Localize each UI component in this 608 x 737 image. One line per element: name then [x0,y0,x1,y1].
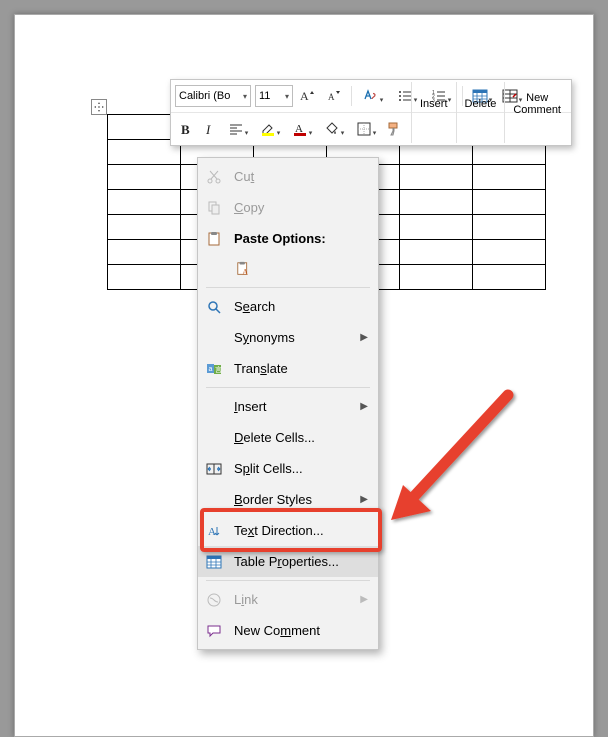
chevron-right-icon: ▶ [360,401,368,412]
menu-item-search[interactable]: Search [198,291,378,322]
paste-keep-formatting-icon: A [234,259,254,279]
chevron-right-icon: ▶ [360,332,368,343]
decrease-font-size-button[interactable]: A [323,85,345,107]
insert-button[interactable]: Insert [414,82,454,126]
table-properties-icon [204,552,224,572]
link-icon [204,590,224,610]
menu-label: Cut [234,169,368,184]
menu-item-link[interactable]: Link ▶ [198,584,378,615]
menu-item-copy[interactable]: Copy [198,192,378,223]
menu-item-border-styles[interactable]: Border Styles ▶ [198,484,378,515]
document-area: { "mini_toolbar": { "font_name": "Calibr… [14,14,594,737]
styles-dropdown[interactable]: ▾ [358,85,388,107]
translate-icon: a言 [204,359,224,379]
menu-label: Synonyms [234,330,350,345]
text-direction-icon: A [204,521,224,541]
menu-item-split-cells[interactable]: Split Cells... [198,453,378,484]
insert-label: Insert [420,98,448,110]
chevron-down-icon: ▾ [285,92,289,101]
mini-toolbar: Calibri (Bo▾ 11▾ A A ▾ ▾ 123▾ ▾ ▾ B I ▾ … [170,79,572,146]
menu-item-insert[interactable]: Insert ▶ [198,391,378,422]
font-size-value: 11 [259,90,270,102]
shading-dropdown[interactable]: ▾ [319,118,349,140]
menu-label: Split Cells... [234,461,368,476]
svg-text:I: I [205,122,211,137]
new-comment-line1: New [526,92,548,104]
blank-icon [204,328,224,348]
menu-label: Border Styles [234,492,350,507]
new-comment-line2: Comment [513,104,561,116]
font-name-value: Calibri (Bo [179,90,230,102]
svg-text:a: a [209,366,213,373]
split-cells-icon [204,459,224,479]
svg-text:A: A [300,89,309,103]
font-size-combo[interactable]: 11 ▾ [255,85,293,107]
menu-label: Link [234,592,350,607]
menu-label: Text Direction... [234,523,368,538]
new-comment-button[interactable]: NewComment [507,82,567,126]
menu-item-delete-cells[interactable]: Delete Cells... [198,422,378,453]
menu-item-table-properties[interactable]: Table Properties... [198,546,378,577]
format-painter-button[interactable] [383,118,405,140]
menu-label: Copy [234,200,368,215]
menu-item-cut[interactable]: Cut [198,161,378,192]
context-menu: Cut Copy Paste Options: A Search Synonym… [197,157,379,650]
blank-icon [204,397,224,417]
menu-label: Translate [234,361,368,376]
svg-text:A: A [328,92,335,102]
svg-text:A: A [208,526,216,538]
svg-text:A: A [242,267,248,276]
menu-item-synonyms[interactable]: Synonyms ▶ [198,322,378,353]
search-icon [204,297,224,317]
delete-button[interactable]: Delete [459,82,503,126]
align-dropdown[interactable]: ▾ [223,118,253,140]
table-move-handle[interactable] [91,99,107,115]
italic-button[interactable]: I [199,118,221,140]
menu-item-text-direction[interactable]: A Text Direction... [198,515,378,546]
chevron-down-icon: ▾ [243,92,247,101]
menu-label: Search [234,299,368,314]
menu-item-paste-options: Paste Options: [198,223,378,254]
bold-button[interactable]: B [175,118,197,140]
borders-dropdown[interactable]: ▾ [351,118,381,140]
increase-font-size-button[interactable]: A [297,85,319,107]
blank-icon [204,428,224,448]
comment-icon [204,621,224,641]
svg-text:B: B [181,122,190,137]
callout-arrow-icon [383,385,523,535]
font-color-dropdown[interactable]: A▾ [287,118,317,140]
highlight-dropdown[interactable]: ▾ [255,118,285,140]
menu-label: New Comment [234,623,368,638]
scissors-icon [204,167,224,187]
menu-label: Delete Cells... [234,430,368,445]
menu-item-new-comment[interactable]: New Comment [198,615,378,646]
blank-icon [204,490,224,510]
menu-label: Table Properties... [234,554,368,569]
delete-label: Delete [465,98,497,110]
menu-label: Paste Options: [234,231,368,246]
menu-label: Insert [234,399,350,414]
paste-option-keep-source[interactable]: A [198,254,378,284]
menu-item-translate[interactable]: a言 Translate [198,353,378,384]
copy-icon [204,198,224,218]
chevron-right-icon: ▶ [360,594,368,605]
chevron-right-icon: ▶ [360,494,368,505]
font-name-combo[interactable]: Calibri (Bo ▾ [175,85,251,107]
svg-text:言: 言 [215,365,222,374]
clipboard-icon [204,229,224,249]
